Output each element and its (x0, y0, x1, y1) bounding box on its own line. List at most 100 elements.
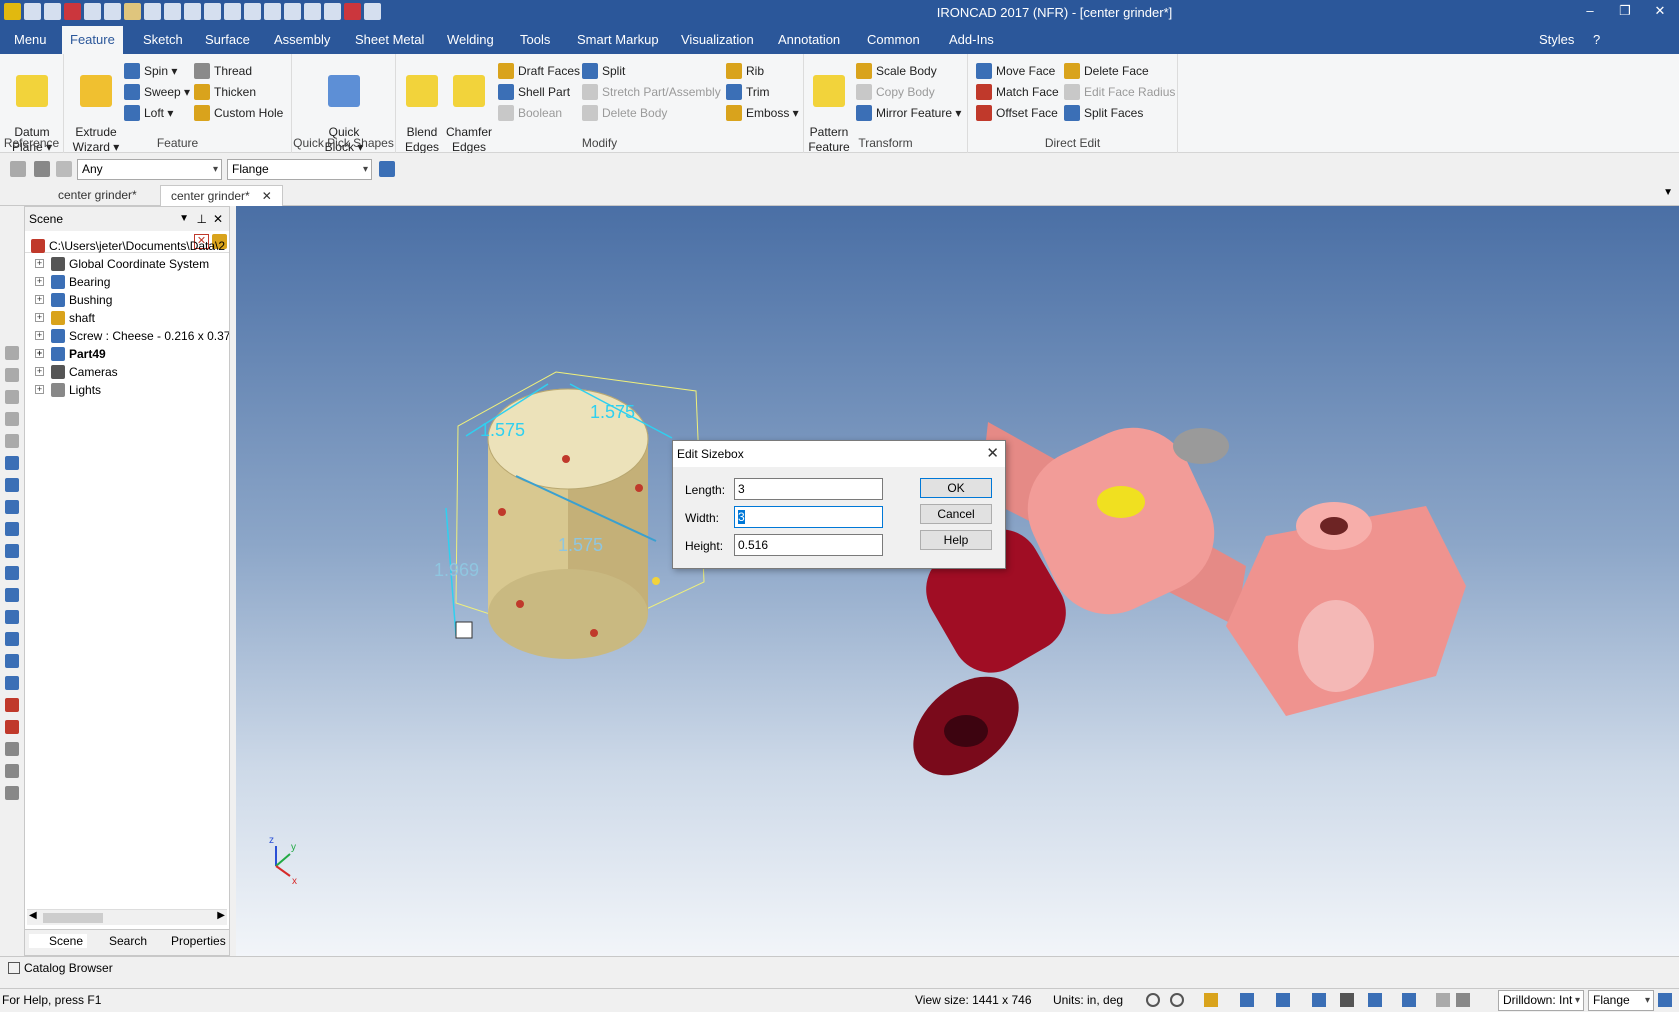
drilldown-select[interactable]: Drilldown: Int (1498, 990, 1584, 1011)
tool-icon-3[interactable] (5, 390, 19, 404)
tool-icon-6[interactable] (5, 456, 19, 470)
styles-menu[interactable]: Styles (1531, 26, 1582, 54)
offset-face-button[interactable]: Offset Face (976, 103, 1058, 123)
tool-icon-21[interactable] (5, 786, 19, 800)
copy-body-button[interactable]: Copy Body (856, 82, 935, 102)
display-icon[interactable] (1340, 993, 1354, 1007)
tool-icon-15[interactable] (5, 654, 19, 668)
expand-icon[interactable]: + (35, 277, 44, 286)
length-field[interactable]: 3 (734, 478, 883, 500)
rib-button[interactable]: Rib (726, 61, 764, 81)
stretch-part-button[interactable]: Stretch Part/Assembly (582, 82, 721, 102)
tree-root[interactable]: C:\Users\jeter\Documents\Data\2 (27, 237, 229, 255)
tab-common[interactable]: Common (859, 26, 928, 54)
scroll-right-icon[interactable]: ▶ (217, 910, 225, 921)
custom-hole-button[interactable]: Custom Hole (194, 103, 283, 123)
delete-face-button[interactable]: Delete Face (1064, 61, 1149, 81)
tree-item[interactable]: + Bushing (27, 291, 229, 309)
camera-icon[interactable] (1402, 993, 1416, 1007)
tab-sketch[interactable]: Sketch (135, 26, 191, 54)
cylinder-part[interactable] (445, 371, 705, 659)
dialog-close-icon[interactable]: ✕ (986, 444, 999, 462)
tab-sheet-metal[interactable]: Sheet Metal (347, 26, 432, 54)
spin-button[interactable]: Spin ▾ (124, 61, 177, 81)
tree-item[interactable]: + Bearing (27, 273, 229, 291)
panel-menu-icon[interactable]: ▼ (179, 207, 189, 231)
mode-select[interactable]: Flange (227, 159, 372, 180)
tab-annotation[interactable]: Annotation (770, 26, 848, 54)
expand-icon[interactable]: + (35, 367, 44, 376)
move-face-button[interactable]: Move Face (976, 61, 1055, 81)
tab-scene[interactable]: Scene (29, 934, 88, 948)
catalog-browser-bar[interactable]: Catalog Browser (0, 956, 1679, 980)
pin-icon[interactable]: ⊥ (197, 207, 207, 231)
tool-icon-16[interactable] (5, 676, 19, 690)
tool-icon-1[interactable] (5, 346, 19, 360)
tool-icon-19[interactable] (5, 742, 19, 756)
expand-icon[interactable]: + (35, 313, 44, 322)
tab-add-ins[interactable]: Add-Ins (941, 26, 1002, 54)
height-field[interactable]: 0.516 (734, 534, 883, 556)
select-mode-icon[interactable] (1456, 993, 1470, 1007)
tool-icon-13[interactable] (5, 610, 19, 624)
shell-part-button[interactable]: Shell Part (498, 82, 570, 102)
tree-item-selected[interactable]: + Part49 (27, 345, 229, 363)
tree-icon[interactable] (1658, 993, 1672, 1007)
match-face-button[interactable]: Match Face (976, 82, 1059, 102)
tool-icon-4[interactable] (5, 412, 19, 426)
tab-properties[interactable]: Properties (153, 934, 226, 948)
delete-body-button[interactable]: Delete Body (582, 103, 667, 123)
box-icon[interactable] (1368, 993, 1382, 1007)
tool-icon-18[interactable] (5, 720, 19, 734)
dim-width[interactable]: 1.575 (590, 402, 635, 422)
boolean-button[interactable]: Boolean (498, 103, 562, 123)
tab-feature[interactable]: Feature (62, 26, 123, 54)
tree-item[interactable]: + shaft (27, 309, 229, 327)
box-select-icon[interactable] (56, 161, 72, 177)
sweep-button[interactable]: Sweep ▾ (124, 82, 190, 102)
tool-icon-12[interactable] (5, 588, 19, 602)
restore-button[interactable]: ❐ (1610, 3, 1640, 19)
expand-icon[interactable]: + (35, 295, 44, 304)
scroll-thumb[interactable] (43, 913, 103, 923)
expand-icon[interactable]: + (35, 385, 44, 394)
tree-item[interactable]: + Screw : Cheese - 0.216 x 0.375 (27, 327, 229, 345)
select-tool-icon[interactable] (10, 161, 26, 177)
tool-icon-2[interactable] (5, 368, 19, 382)
mirror-feature-button[interactable]: Mirror Feature ▾ (856, 103, 961, 123)
expand-icon[interactable]: + (35, 259, 44, 268)
view-orient-icon[interactable] (1204, 993, 1218, 1007)
tool-icon-7[interactable] (5, 478, 19, 492)
tool-icon-5[interactable] (5, 434, 19, 448)
cancel-button[interactable]: Cancel (920, 504, 992, 524)
tool-icon-11[interactable] (5, 566, 19, 580)
tab-visualization[interactable]: Visualization (673, 26, 762, 54)
dim-length[interactable]: 1.575 (480, 420, 525, 440)
tab-smart-markup[interactable]: Smart Markup (569, 26, 667, 54)
thicken-button[interactable]: Thicken (194, 82, 256, 102)
tool-icon-20[interactable] (5, 764, 19, 778)
tab-menu[interactable]: Menu (6, 26, 55, 54)
tab-tools[interactable]: Tools (512, 26, 558, 54)
tool-icon-14[interactable] (5, 632, 19, 646)
tab-surface[interactable]: Surface (197, 26, 258, 54)
edit-face-radius-button[interactable]: Edit Face Radius (1064, 82, 1175, 102)
horizontal-scrollbar[interactable]: ◀ ▶ (27, 909, 227, 925)
minimize-button[interactable]: – (1575, 3, 1605, 18)
tabs-dropdown-icon[interactable]: ▼ (1663, 187, 1673, 198)
split-faces-button[interactable]: Split Faces (1064, 103, 1143, 123)
close-tab-icon[interactable]: ✕ (262, 189, 272, 203)
scale-body-button[interactable]: Scale Body (856, 61, 937, 81)
tree-item[interactable]: + Cameras (27, 363, 229, 381)
light-icon[interactable] (1312, 993, 1326, 1007)
close-button[interactable]: ✕ (1645, 3, 1675, 19)
close-panel-icon[interactable]: ✕ (213, 207, 223, 231)
tab-assembly[interactable]: Assembly (266, 26, 338, 54)
expand-icon[interactable]: + (35, 349, 44, 358)
view-cube-icon[interactable] (1240, 993, 1254, 1007)
pointer-icon[interactable] (1436, 993, 1450, 1007)
render-icon[interactable] (1276, 993, 1290, 1007)
zoom-icon[interactable] (1146, 993, 1160, 1007)
ok-button[interactable]: OK (920, 478, 992, 498)
tool-icon-10[interactable] (5, 544, 19, 558)
